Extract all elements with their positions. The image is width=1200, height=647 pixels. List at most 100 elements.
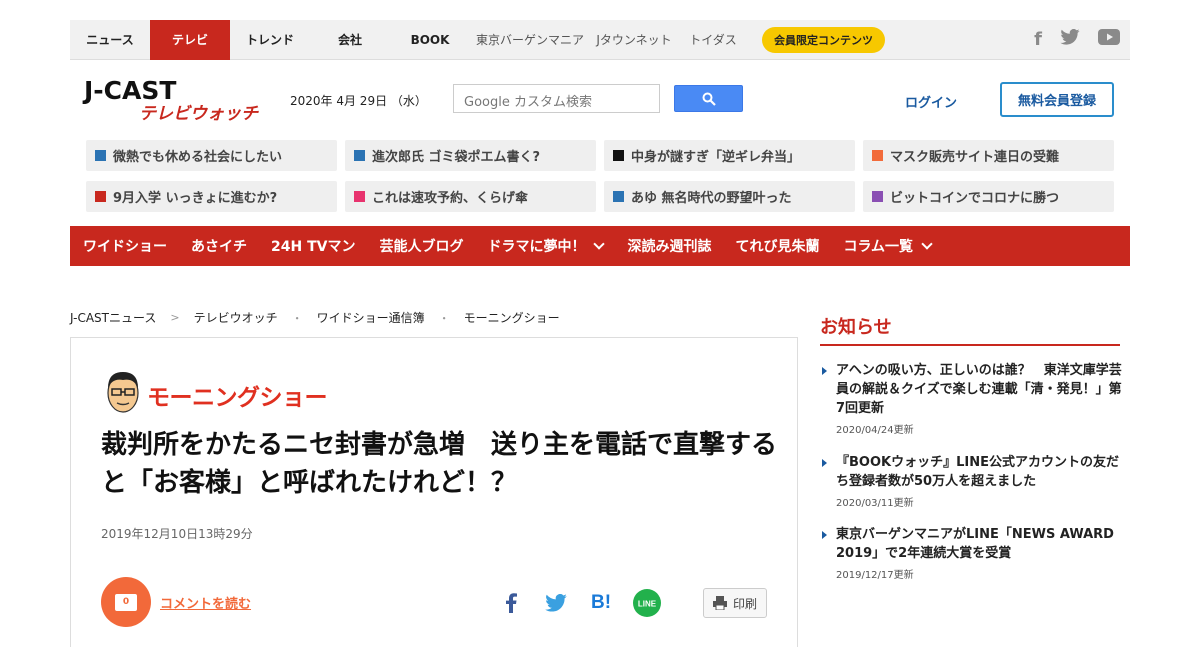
login-link[interactable]: ログイン [905,92,957,111]
hatena-icon[interactable]: B! [586,589,616,617]
bullet-square-icon [95,190,106,202]
chevron-right-icon: > [170,311,180,324]
facebook-icon[interactable] [496,589,526,617]
category-nav-label: 芸能人ブログ [379,239,464,255]
logo-sub: テレビウォッチ [139,104,258,124]
category-nav-label: てれび見朱蘭 [735,239,820,255]
category-nav-label: コラム一覧 [843,239,914,255]
comment-bubble-icon[interactable]: 0 [101,577,151,627]
trending-item[interactable]: 中身が謎すぎ「逆ギレ弁当」 [604,140,855,171]
search-button[interactable] [674,85,743,112]
separator-dot: ・ [291,311,303,325]
category-nav-item[interactable]: ワイドショー [83,236,167,256]
category-nav-item[interactable]: 24H TVマン [271,236,355,256]
bullet-square-icon [872,190,883,202]
bullet-square-icon [872,150,883,161]
trending-label: 微熱でも休める社会にしたい [113,150,283,165]
category-nav-label: ドラマに夢中！ [487,239,586,255]
bullet-square-icon [613,190,624,202]
notice-date: 2020/03/11更新 [836,498,914,509]
facebook-icon[interactable]: f [1034,29,1042,50]
topnav-news[interactable]: ニュース [70,20,150,60]
category-nav-label: あさイチ [191,239,247,255]
notice-item[interactable]: 東京バーゲンマニアがLINE「NEWS AWARD 2019」で2年連続大賞を受… [822,525,1122,581]
bullet-square-icon [95,150,106,161]
notice-text[interactable]: アヘンの吸い方、正しいのは誰？ 東洋文庫学芸員の解説＆クイズで楽しむ連載「清・発… [836,361,1122,418]
line-icon[interactable]: LINE [632,589,662,617]
read-comments-link[interactable]: コメントを読む [160,593,251,612]
breadcrumb-item[interactable]: ワイドショー通信簿 [317,309,425,326]
top-nav: ニュース テレビ トレンド 会社 BOOK 東京バーゲンマニア Jタウンネット … [70,19,1130,60]
notice-item[interactable]: アヘンの吸い方、正しいのは誰？ 東洋文庫学芸員の解説＆クイズで楽しむ連載「清・発… [822,361,1122,436]
notice-date: 2020/04/24更新 [836,425,914,436]
category-nav-label: 深読み週刊誌 [627,239,712,255]
topnav-bargain[interactable]: 東京バーゲンマニア [470,20,590,60]
trending-label: これは速攻予約、くらげ傘 [372,190,529,206]
youtube-icon[interactable] [1098,29,1120,50]
trending-item[interactable]: マスク販売サイト連日の受難 [863,140,1114,171]
member-content-button[interactable]: 会員限定コンテンツ [762,26,885,53]
topnav-company[interactable]: 会社 [310,20,390,60]
topnav-tv[interactable]: テレビ [150,19,230,60]
trending-label: 9月入学 いっきょに進むか? [113,190,278,206]
twitter-icon[interactable] [1060,28,1080,50]
show-name[interactable]: モーニングショー [147,378,328,412]
trending-item[interactable]: ビットコインでコロナに勝つ [863,180,1114,212]
search-input[interactable]: Google カスタム検索 [453,84,660,113]
site-logo[interactable]: J-CAST テレビウォッチ [84,76,258,125]
site-header: J-CAST テレビウォッチ 2020年 4月 29日 （水） Google カ… [70,60,1130,138]
category-nav-label: 24H TVマン [271,239,356,255]
svg-text:LINE: LINE [638,600,657,609]
current-date: 2020年 4月 29日 （水） [290,94,427,108]
print-button[interactable]: 印刷 [703,588,767,618]
trending-label: 中身が謎すぎ「逆ギレ弁当」 [631,150,801,165]
category-nav-item[interactable]: てれび見朱蘭 [735,236,819,256]
trending-label: あゆ 無名時代の野望叶った [631,190,792,206]
notices-divider [820,344,1120,346]
host-face-icon [107,372,139,413]
category-nav-item[interactable]: ドラマに夢中！ [487,236,606,256]
printer-icon [712,596,727,610]
article-headline: 裁判所をかたるニセ封書が急増 送り主を電話で直撃すると「お客様」と呼ばれたけれど… [101,430,778,498]
print-label: 印刷 [732,596,757,611]
topnav-jtown[interactable]: Jタウンネット [590,20,678,60]
category-nav-item[interactable]: 芸能人ブログ [379,236,463,256]
category-nav: ワイドショー あさイチ 24H TVマン 芸能人ブログ ドラマに夢中！ 深読み週刊誌 てれび… [70,226,1130,266]
bullet-square-icon [354,190,365,202]
category-nav-item[interactable]: 深読み週刊誌 [627,236,711,256]
trending-label: ビットコインでコロナに勝つ [890,190,1060,206]
trending-item[interactable]: あゆ 無名時代の野望叶った [604,180,855,212]
trending-item[interactable]: 微熱でも休める社会にしたい [86,140,337,171]
trending-topics: 微熱でも休める社会にしたい 進次郎氏 ゴミ袋ポエム書く? 中身が謎すぎ「逆ギレ弁当」… [70,140,1130,212]
triangle-right-icon [822,531,827,539]
article-card: モーニングショー 裁判所をかたるニセ封書が急増 送り主を電話で直撃すると「お客様… [70,337,798,647]
category-nav-item[interactable]: あさイチ [191,236,247,256]
twitter-icon[interactable] [541,589,571,617]
chevron-down-icon [921,238,933,250]
bullet-square-icon [354,150,365,161]
topnav-trend[interactable]: トレンド [230,20,310,60]
topnav-book[interactable]: BOOK [390,20,470,60]
bullet-square-icon [613,150,624,161]
notice-text[interactable]: 『BOOKウォッチ』LINE公式アカウントの友だち登録者数が50万人を超えました [836,453,1122,491]
social-links: f [1034,28,1130,50]
triangle-right-icon [822,367,827,375]
category-nav-item[interactable]: コラム一覧 [843,236,933,256]
logo-main: J-CAST [84,76,177,105]
breadcrumb-item[interactable]: テレビウオッチ [194,309,278,326]
breadcrumb-item[interactable]: J-CASTニュース [70,309,156,326]
trending-item[interactable]: 9月入学 いっきょに進むか? [86,180,337,212]
category-nav-label: ワイドショー [83,239,167,255]
trending-label: マスク販売サイト連日の受難 [890,150,1060,165]
chevron-down-icon [593,238,606,250]
topnav-toidas[interactable]: トイダス [678,20,748,60]
triangle-right-icon [822,459,827,467]
publish-date: 2019年12月10日13時29分 [101,527,253,541]
register-button[interactable]: 無料会員登録 [1000,82,1114,117]
trending-item[interactable]: これは速攻予約、くらげ傘 [345,180,596,212]
notice-text[interactable]: 東京バーゲンマニアがLINE「NEWS AWARD 2019」で2年連続大賞を受… [836,525,1122,563]
notice-date: 2019/12/17更新 [836,570,914,581]
breadcrumb-item[interactable]: モーニングショー [464,309,560,326]
notice-item[interactable]: 『BOOKウォッチ』LINE公式アカウントの友だち登録者数が50万人を超えました… [822,453,1122,509]
trending-item[interactable]: 進次郎氏 ゴミ袋ポエム書く? [345,140,596,171]
